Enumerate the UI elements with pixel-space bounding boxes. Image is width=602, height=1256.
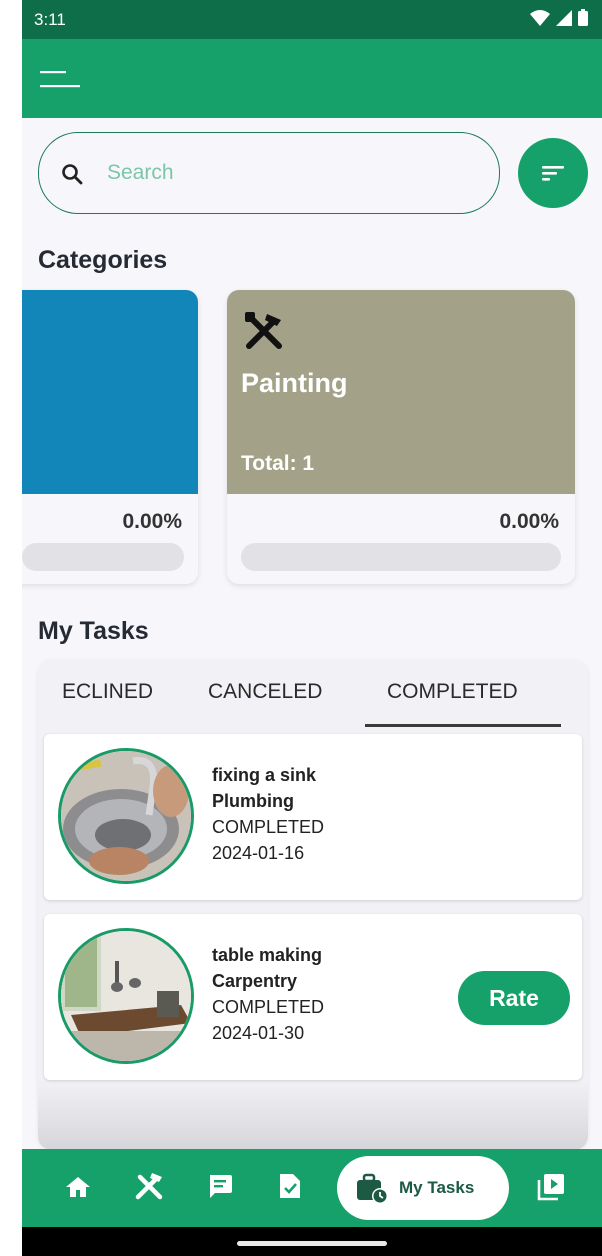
category-percent: 0.00%: [499, 510, 559, 533]
wifi-icon: [530, 9, 550, 26]
task-photo-sink: [58, 748, 194, 884]
video-library-icon[interactable]: [537, 1173, 565, 1201]
app-screen: 3:11 Categories 0.0: [22, 0, 602, 1256]
my-tasks-icon: [357, 1173, 388, 1204]
task-title: table making: [212, 945, 323, 965]
battery-icon: [578, 9, 588, 26]
sort-icon: [542, 166, 564, 181]
home-gesture-handle[interactable]: [237, 1241, 387, 1246]
task-details: table making Carpentry COMPLETED 2024-01…: [212, 942, 324, 1046]
home-icon[interactable]: [65, 1175, 91, 1199]
nav-active-label: My Tasks: [399, 1178, 475, 1197]
document-check-icon[interactable]: [278, 1172, 302, 1200]
category-card-header: [22, 290, 198, 494]
tools-icon: [245, 312, 282, 349]
filter-button[interactable]: [518, 138, 588, 208]
signal-icon: [556, 9, 572, 26]
task-date: 2024-01-30: [212, 1023, 305, 1043]
nav-my-tasks[interactable]: My Tasks: [337, 1156, 509, 1220]
tab-declined[interactable]: ECLINED: [62, 680, 153, 704]
task-photo-table: [58, 928, 194, 1064]
gesture-bar: [22, 1227, 602, 1256]
task-title: fixing a sink: [212, 765, 317, 785]
menu-icon: [40, 71, 80, 88]
category-progress-bar: [241, 543, 561, 571]
search-bar[interactable]: [38, 132, 500, 214]
tab-canceled[interactable]: CANCELED: [208, 680, 322, 704]
tab-completed[interactable]: COMPLETED: [387, 680, 518, 704]
categories-heading: Categories: [38, 246, 168, 274]
search-icon: [62, 164, 83, 185]
category-card[interactable]: 0.00%: [22, 290, 198, 584]
task-category: Plumbing: [212, 791, 294, 811]
tasks-panel: ECLINED CANCELED COMPLETED fixing a sink: [38, 660, 588, 1150]
category-percent: 0.00%: [122, 510, 182, 533]
category-progress-bar: [22, 543, 184, 571]
category-card-header: Painting Total: 1: [227, 290, 575, 494]
app-bar: [22, 39, 602, 118]
bottom-nav: My Tasks: [22, 1149, 602, 1227]
task-card[interactable]: fixing a sink Plumbing COMPLETED 2024-01…: [44, 734, 582, 900]
category-total: Total: 1: [241, 452, 315, 475]
my-tasks-heading: My Tasks: [38, 617, 149, 645]
scroll-fade: [38, 1080, 588, 1150]
status-icons: [530, 9, 588, 26]
search-input[interactable]: [105, 155, 469, 191]
task-details: fixing a sink Plumbing COMPLETED 2024-01…: [212, 762, 324, 866]
task-status: COMPLETED: [212, 997, 325, 1017]
tab-indicator: [365, 724, 561, 727]
task-category: Carpentry: [212, 971, 298, 991]
tools-icon[interactable]: [134, 1171, 164, 1201]
task-card[interactable]: table making Carpentry COMPLETED 2024-01…: [44, 914, 582, 1080]
rate-button[interactable]: Rate: [458, 971, 570, 1025]
category-name: Painting: [241, 368, 348, 398]
task-status: COMPLETED: [212, 817, 325, 837]
chat-icon[interactable]: [207, 1173, 233, 1199]
task-date: 2024-01-16: [212, 843, 305, 863]
category-card-painting[interactable]: Painting Total: 1 0.00%: [227, 290, 575, 584]
status-bar: 3:11: [22, 0, 602, 39]
status-time: 3:11: [34, 10, 66, 29]
menu-button[interactable]: [40, 65, 84, 95]
